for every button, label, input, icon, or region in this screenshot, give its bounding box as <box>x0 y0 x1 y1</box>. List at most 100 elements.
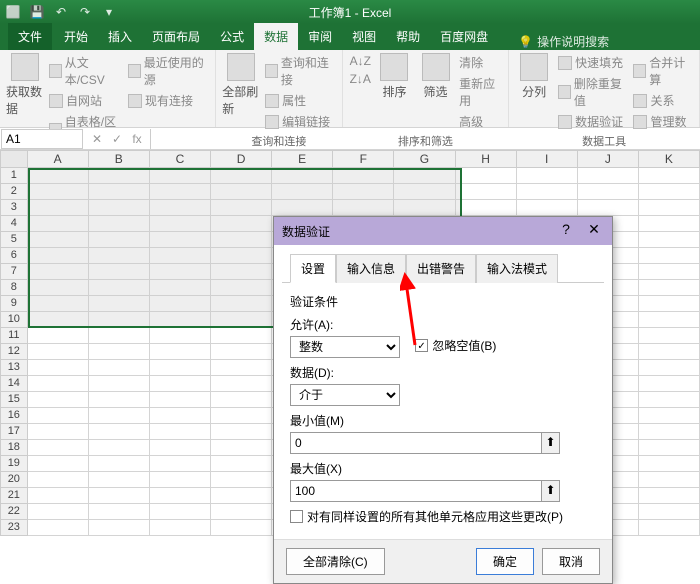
tell-me-search[interactable]: 💡 操作说明搜索 <box>518 33 609 50</box>
cell[interactable] <box>28 296 89 312</box>
cell[interactable] <box>28 424 89 440</box>
tab-view[interactable]: 视图 <box>342 23 386 50</box>
row-header[interactable]: 9 <box>0 296 28 312</box>
cell[interactable] <box>639 440 700 456</box>
tab-home[interactable]: 开始 <box>54 23 98 50</box>
cell[interactable] <box>517 168 578 184</box>
cell[interactable] <box>639 312 700 328</box>
cell[interactable] <box>578 168 639 184</box>
cell[interactable] <box>578 184 639 200</box>
cell[interactable] <box>333 184 394 200</box>
save-icon[interactable]: 💾 <box>28 3 46 21</box>
cell[interactable] <box>639 408 700 424</box>
cell[interactable] <box>150 312 211 328</box>
cell[interactable] <box>28 376 89 392</box>
cell[interactable] <box>394 200 455 216</box>
cell[interactable] <box>28 392 89 408</box>
cell[interactable] <box>89 280 150 296</box>
cell[interactable] <box>89 296 150 312</box>
cell[interactable] <box>28 472 89 488</box>
redo-icon[interactable]: ↷ <box>76 3 94 21</box>
cell[interactable] <box>394 168 455 184</box>
cell[interactable] <box>211 504 272 520</box>
cell[interactable] <box>150 200 211 216</box>
cell[interactable] <box>150 424 211 440</box>
cell[interactable] <box>211 376 272 392</box>
cell[interactable] <box>150 392 211 408</box>
filter-button[interactable]: 筛选 <box>417 53 454 100</box>
cell[interactable] <box>150 232 211 248</box>
cell[interactable] <box>211 472 272 488</box>
cell[interactable] <box>150 408 211 424</box>
cell[interactable] <box>28 328 89 344</box>
row-header[interactable]: 5 <box>0 232 28 248</box>
col-header[interactable]: A <box>28 150 89 168</box>
cell[interactable] <box>211 296 272 312</box>
cell[interactable] <box>211 232 272 248</box>
cell[interactable] <box>639 328 700 344</box>
cell[interactable] <box>28 200 89 216</box>
data-select[interactable]: 介于 <box>290 384 400 406</box>
select-all-corner[interactable] <box>0 150 28 168</box>
cell[interactable] <box>89 376 150 392</box>
sort-asc-button[interactable]: A↓Z <box>349 53 372 69</box>
dialog-tab-error[interactable]: 出错警告 <box>406 254 476 283</box>
col-header[interactable]: H <box>456 150 517 168</box>
col-header[interactable]: C <box>150 150 211 168</box>
clear-all-button[interactable]: 全部清除(C) <box>286 548 385 575</box>
cell[interactable] <box>639 520 700 536</box>
cell[interactable] <box>211 488 272 504</box>
refresh-all-button[interactable]: 全部刷新 <box>222 53 260 117</box>
cell[interactable] <box>211 312 272 328</box>
existing-conn-button[interactable]: 现有连接 <box>127 91 209 110</box>
cell[interactable] <box>211 216 272 232</box>
cell[interactable] <box>150 296 211 312</box>
cell[interactable] <box>89 360 150 376</box>
col-header[interactable]: G <box>394 150 455 168</box>
relationships-button[interactable]: 关系 <box>632 91 693 110</box>
col-header[interactable]: B <box>89 150 150 168</box>
enter-formula-icon[interactable]: ✓ <box>108 132 126 146</box>
apply-others-checkbox[interactable] <box>290 510 303 523</box>
cell[interactable] <box>272 168 333 184</box>
cell[interactable] <box>211 344 272 360</box>
properties-button[interactable]: 属性 <box>264 91 335 110</box>
cell[interactable] <box>211 200 272 216</box>
ignore-blank-checkbox[interactable] <box>415 339 428 352</box>
row-header[interactable]: 18 <box>0 440 28 456</box>
sort-desc-button[interactable]: Z↓A <box>349 71 372 87</box>
name-box[interactable] <box>1 129 83 149</box>
cell[interactable] <box>639 232 700 248</box>
tab-review[interactable]: 审阅 <box>298 23 342 50</box>
remove-dup-button[interactable]: 删除重复值 <box>557 74 628 110</box>
cancel-button[interactable]: 取消 <box>542 548 600 575</box>
col-header[interactable]: I <box>517 150 578 168</box>
col-header[interactable]: E <box>272 150 333 168</box>
ok-button[interactable]: 确定 <box>476 548 534 575</box>
from-web-button[interactable]: 自网站 <box>48 91 123 110</box>
cell[interactable] <box>639 168 700 184</box>
row-header[interactable]: 3 <box>0 200 28 216</box>
cell[interactable] <box>211 424 272 440</box>
cell[interactable] <box>272 184 333 200</box>
cell[interactable] <box>28 488 89 504</box>
cell[interactable] <box>28 440 89 456</box>
row-header[interactable]: 12 <box>0 344 28 360</box>
cell[interactable] <box>639 216 700 232</box>
row-header[interactable]: 10 <box>0 312 28 328</box>
cell[interactable] <box>150 360 211 376</box>
row-header[interactable]: 4 <box>0 216 28 232</box>
cell[interactable] <box>28 408 89 424</box>
cell[interactable] <box>89 424 150 440</box>
cell[interactable] <box>456 200 517 216</box>
cell[interactable] <box>211 168 272 184</box>
dialog-tab-input[interactable]: 输入信息 <box>336 254 406 283</box>
cell[interactable] <box>150 440 211 456</box>
fx-icon[interactable]: fx <box>128 132 146 146</box>
cell[interactable] <box>28 168 89 184</box>
cell[interactable] <box>639 424 700 440</box>
cell[interactable] <box>150 456 211 472</box>
cell[interactable] <box>150 472 211 488</box>
clear-filter-button[interactable]: 清除 <box>458 53 502 72</box>
qat-dropdown-icon[interactable]: ▾ <box>100 3 118 21</box>
